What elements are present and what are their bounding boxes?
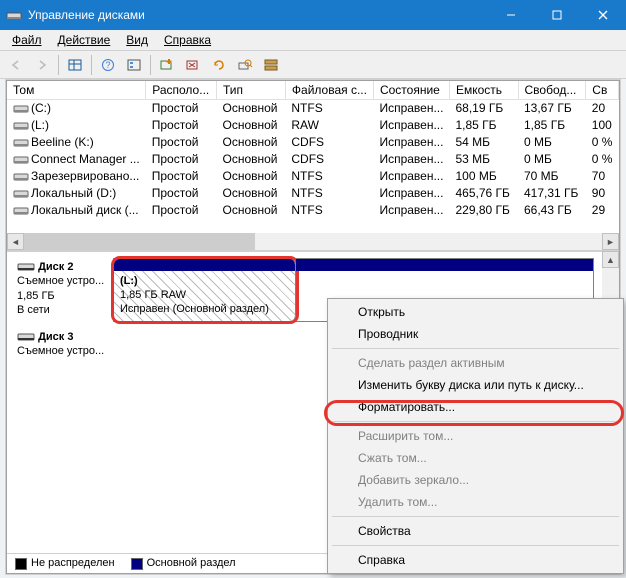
svg-text:?: ? [105,60,110,70]
disk-3-info[interactable]: Диск 3 Съемное устро... [15,328,113,362]
ctx-make-active: Сделать раздел активным [330,352,621,374]
context-menu: Открыть Проводник Сделать раздел активны… [327,298,624,574]
toolbar-sep [150,55,151,75]
menu-file[interactable]: Файл [4,31,50,49]
table-row[interactable]: Connect Manager ...ПростойОсновнойCDFSИс… [7,151,619,168]
app-icon [6,7,22,23]
window-title: Управление дисками [28,8,488,22]
partition-l[interactable]: (L:) 1,85 ГБ RAW Исправен (Основной разд… [114,259,296,321]
minimize-button[interactable] [488,0,534,30]
ctx-mirror: Добавить зеркало... [330,469,621,491]
ctx-help[interactable]: Справка [330,549,621,571]
table-row[interactable]: (L:)ПростойОсновнойRAWИсправен...1,85 ГБ… [7,117,619,134]
ctx-sep [332,545,619,546]
volume-icon [13,120,29,132]
table-row[interactable]: Локальный диск (...ПростойОсновнойNTFSИс… [7,202,619,219]
disk-list-icon[interactable] [259,54,283,76]
table-row[interactable]: Зарезервировано...ПростойОсновнойNTFSИсп… [7,168,619,185]
disk-2-size: 1,85 ГБ [17,290,55,302]
disk-2-state: В сети [17,304,50,316]
col-layout[interactable]: Располо... [146,81,217,100]
toolbar-sep [58,55,59,75]
scroll-thumb[interactable] [24,233,255,250]
ctx-extend: Расширить том... [330,425,621,447]
delete-volume-icon[interactable] [181,54,205,76]
options-icon[interactable] [122,54,146,76]
ctx-explorer[interactable]: Проводник [330,323,621,345]
menu-view[interactable]: Вид [118,31,156,49]
menu-action[interactable]: Действие [50,31,119,49]
ctx-sep [332,421,619,422]
col-capacity[interactable]: Емкость [449,81,518,100]
help-icon[interactable]: ? [96,54,120,76]
menu-bar: Файл Действие Вид Справка [0,30,626,51]
legend-unallocated: Не распределен [15,557,115,569]
volume-icon [13,154,29,166]
volume-icon [13,103,29,115]
volume-icon [13,171,29,183]
removable-disk-icon [17,261,35,273]
partition-l-name: (L:) [120,275,138,287]
partition-l-size: 1,85 ГБ RAW [120,289,186,301]
toolbar: ? [0,51,626,79]
table-row[interactable]: Локальный (D:)ПростойОсновнойNTFSИсправе… [7,185,619,202]
ctx-format[interactable]: Форматировать... [330,396,621,418]
volume-icon [13,188,29,200]
back-button[interactable] [4,54,28,76]
volume-table: Том Располо... Тип Файловая с... Состоян… [7,81,619,251]
volume-icon [13,137,29,149]
partition-header [296,259,593,271]
horizontal-scrollbar[interactable]: ◄ ► [7,233,619,250]
table-row[interactable]: (C:)ПростойОсновнойNTFSИсправен...68,19 … [7,100,619,117]
rescan-icon[interactable] [233,54,257,76]
partition-header [114,259,295,271]
ctx-change-letter[interactable]: Изменить букву диска или путь к диску... [330,374,621,396]
ctx-shrink: Сжать том... [330,447,621,469]
scroll-track[interactable] [24,233,602,250]
table-header[interactable]: Том Располо... Тип Файловая с... Состоян… [7,81,619,100]
disk-2-label: Диск 2 [38,261,73,273]
table-row[interactable]: Beeline (K:)ПростойОсновнойCDFSИсправен.… [7,134,619,151]
table-view-icon[interactable] [63,54,87,76]
ctx-sep [332,348,619,349]
removable-disk-icon [17,331,35,343]
disk-2-info[interactable]: Диск 2 Съемное устро... 1,85 ГБ В сети [15,258,113,322]
disk-3-label: Диск 3 [38,331,73,343]
swatch-black [15,558,27,570]
col-volume[interactable]: Том [7,81,146,100]
disk-2-type: Съемное устро... [17,275,104,287]
new-volume-icon[interactable] [155,54,179,76]
ctx-props[interactable]: Свойства [330,520,621,542]
disk-3-type: Съемное устро... [17,345,104,357]
scroll-left-icon[interactable]: ◄ [7,233,24,250]
title-bar: Управление дисками [0,0,626,30]
forward-button[interactable] [30,54,54,76]
volume-icon [13,205,29,217]
ctx-sep [332,516,619,517]
toolbar-sep [91,55,92,75]
ctx-open[interactable]: Открыть [330,301,621,323]
refresh-icon[interactable] [207,54,231,76]
legend-primary: Основной раздел [131,557,236,569]
col-status[interactable]: Состояние [373,81,449,100]
col-pct[interactable]: Св [586,81,619,100]
col-type[interactable]: Тип [216,81,285,100]
menu-help[interactable]: Справка [156,31,219,49]
col-free[interactable]: Свобод... [518,81,586,100]
ctx-delete: Удалить том... [330,491,621,513]
close-button[interactable] [580,0,626,30]
scroll-up-icon[interactable]: ▲ [602,251,619,268]
partition-l-status: Исправен (Основной раздел) [120,303,269,315]
swatch-navy [131,558,143,570]
col-fs[interactable]: Файловая с... [285,81,373,100]
maximize-button[interactable] [534,0,580,30]
scroll-right-icon[interactable]: ► [602,233,619,250]
